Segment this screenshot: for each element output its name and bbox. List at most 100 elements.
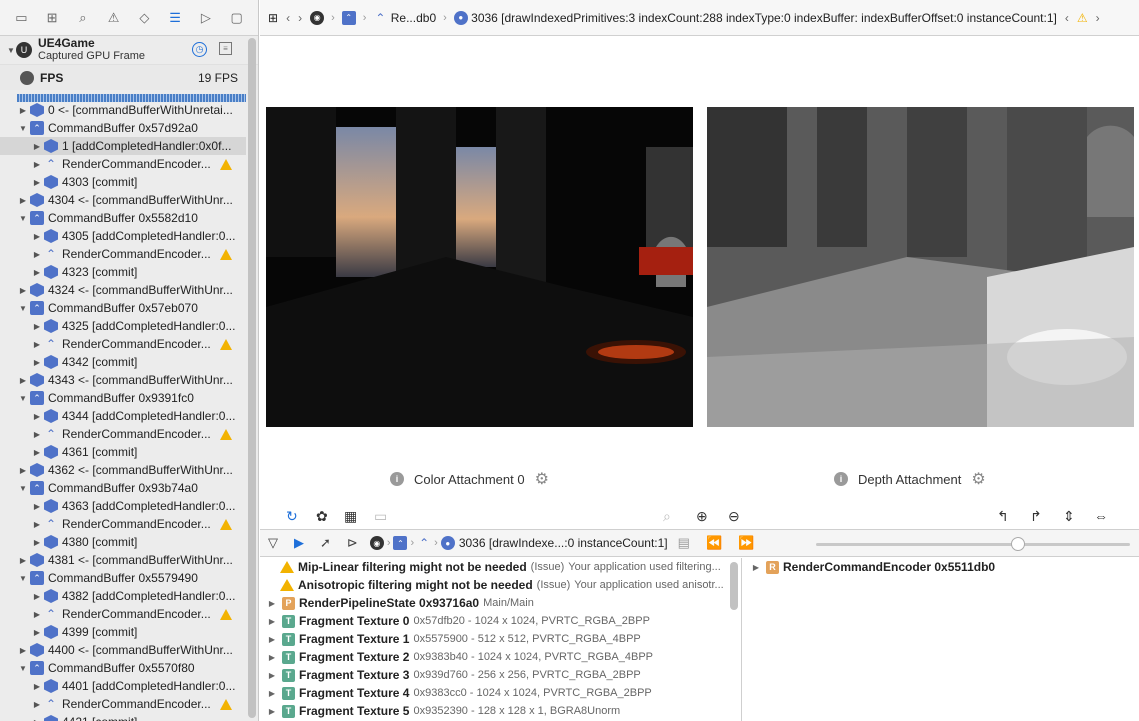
tree-row[interactable]: ▶ 4324 <- [commandBufferWithUnr... <box>0 281 246 299</box>
disclosure-triangle[interactable]: ▶ <box>32 718 42 721</box>
info-icon[interactable]: i <box>834 472 848 486</box>
disclosure-triangle[interactable]: ▶ <box>32 412 42 421</box>
resource-row[interactable]: ▶ T Fragment Texture 2 0x9383b40 - 1024 x 1… <box>260 648 730 666</box>
tree-row[interactable]: ▶ 4325 [addCompletedHandler:0... <box>0 317 246 335</box>
depth-attachment-image[interactable] <box>707 107 1134 427</box>
path-draw-call[interactable]: ● 3036 [drawIndexedPrimitives:3 indexCou… <box>453 10 1057 25</box>
disclosure-triangle[interactable]: ▶ <box>18 646 28 655</box>
disclosure-triangle[interactable]: ▼ <box>18 304 28 313</box>
disclosure-triangle[interactable]: ▼ <box>18 484 28 493</box>
tree-row[interactable]: ▶ ⌃ RenderCommandEncoder... <box>0 515 246 533</box>
disclosure-triangle[interactable]: ▶ <box>32 322 42 331</box>
tree-row[interactable]: ▶ 4401 [addCompletedHandler:0... <box>0 677 246 695</box>
disclosure-triangle[interactable]: ▶ <box>18 286 28 295</box>
project-header[interactable]: ▼ U UE4Game Captured GPU Frame ◷ ≡ <box>0 36 258 64</box>
disclosure-triangle[interactable]: ▶ <box>32 160 42 169</box>
tree-row[interactable]: ▼ ⌃ CommandBuffer 0x9391fc0 <box>0 389 246 407</box>
tree-row[interactable]: ▶ 4381 <- [commandBufferWithUnr... <box>0 551 246 569</box>
tree-row[interactable]: ▶ 4305 [addCompletedHandler:0... <box>0 227 246 245</box>
resource-row[interactable]: ▶ T Fragment Texture 1 0x5575900 - 512 x 51… <box>260 630 730 648</box>
tree-row[interactable]: ▼ ⌃ CommandBuffer 0x93b74a0 <box>0 479 246 497</box>
tree-row[interactable]: ▶ 4421 [commit] <box>0 713 246 721</box>
rotate-right-icon[interactable]: ↱ <box>1030 508 1042 525</box>
path-encoder[interactable]: ⌃ Re...db0 <box>373 11 436 25</box>
tree-row[interactable]: ▼ ⌃ CommandBuffer 0x5570f80 <box>0 659 246 677</box>
resource-row[interactable]: Anisotropic filtering might not be neede… <box>260 576 730 594</box>
tree-row[interactable]: ▶ 4343 <- [commandBufferWithUnr... <box>0 371 246 389</box>
breakpoint-icon[interactable]: ▶ <box>294 535 304 551</box>
tree-row[interactable]: ▶ 4399 [commit] <box>0 623 246 641</box>
warning-icon[interactable] <box>220 338 232 350</box>
disclosure-triangle[interactable]: ▶ <box>32 250 42 259</box>
disclosure-triangle[interactable]: ▶ <box>18 466 28 475</box>
diamond-icon[interactable]: ◇ <box>136 10 152 26</box>
rotate-left-icon[interactable]: ↰ <box>997 508 1009 525</box>
tree-row[interactable]: ▶ 0 <- [commandBufferWithUnretai... <box>0 101 246 119</box>
zoom-in-icon[interactable]: ⊕ <box>696 508 708 525</box>
hide-panel-icon[interactable]: ▽ <box>268 535 278 551</box>
issue-forward-button[interactable]: › <box>1096 11 1100 25</box>
disclosure-triangle[interactable]: ▶ <box>750 563 762 572</box>
issue-back-button[interactable]: ‹ <box>1065 11 1069 25</box>
flip-horizontal-icon[interactable]: ⇔ <box>1094 508 1108 524</box>
warning-icon[interactable]: ⚠ <box>106 10 122 26</box>
comment-icon[interactable]: ▢ <box>229 10 245 26</box>
disclosure-triangle[interactable]: ▶ <box>266 707 278 716</box>
tree-row[interactable]: ▶ 4380 [commit] <box>0 533 246 551</box>
tree-row[interactable]: ▼ ⌃ CommandBuffer 0x57eb070 <box>0 299 246 317</box>
disclosure-triangle[interactable]: ▶ <box>32 520 42 529</box>
disclosure-triangle[interactable]: ▼ <box>6 46 16 55</box>
disclosure-triangle[interactable]: ▼ <box>18 124 28 133</box>
disclosure-triangle[interactable]: ▶ <box>32 142 42 151</box>
draw-call-icon[interactable]: ● <box>440 536 455 550</box>
fps-row[interactable]: FPS 19 FPS <box>0 64 258 90</box>
disclosure-triangle[interactable]: ▶ <box>32 628 42 637</box>
gear-icon[interactable]: ⚙ <box>535 469 549 489</box>
trace-icon[interactable]: ◉ <box>369 536 384 550</box>
disclosure-triangle[interactable]: ▶ <box>32 448 42 457</box>
debug-draw-call-label[interactable]: 3036 [drawIndexe...:0 instanceCount:1] <box>459 536 668 550</box>
folder-icon[interactable]: ▭ <box>13 10 29 26</box>
tag-icon[interactable]: ▷ <box>198 10 214 26</box>
zoom-out-icon[interactable]: ⊖ <box>728 508 740 525</box>
tree-row[interactable]: ▼ ⌃ CommandBuffer 0x5582d10 <box>0 209 246 227</box>
disclosure-triangle[interactable]: ▶ <box>32 358 42 367</box>
location-icon[interactable]: ➚ <box>320 535 331 551</box>
disclosure-triangle[interactable]: ▶ <box>32 340 42 349</box>
command-buffer-icon[interactable]: ⌃ <box>341 10 356 25</box>
aperture-icon[interactable]: ✿ <box>316 508 328 525</box>
disclosure-triangle[interactable]: ▼ <box>18 574 28 583</box>
warning-icon[interactable] <box>220 698 232 710</box>
tree-row[interactable]: ▶ ⌃ RenderCommandEncoder... <box>0 335 246 353</box>
resources-scrollbar[interactable] <box>730 562 738 610</box>
command-buffer-icon[interactable]: ⌃ <box>393 536 408 550</box>
disclosure-triangle[interactable]: ▶ <box>18 106 28 115</box>
tree-row[interactable]: ▶ 4362 <- [commandBufferWithUnr... <box>0 461 246 479</box>
tree-row[interactable]: ▶ 4303 [commit] <box>0 173 246 191</box>
gauge-icon[interactable]: ◷ <box>192 42 207 57</box>
issue-warning-icon[interactable]: ⚠ <box>1077 11 1088 25</box>
refresh-icon[interactable]: ↻ <box>286 508 298 525</box>
search-icon[interactable]: ⌕ <box>75 10 91 26</box>
warning-icon[interactable] <box>220 158 232 170</box>
tree-row[interactable]: ▶ ⌃ RenderCommandEncoder... <box>0 425 246 443</box>
disclosure-triangle[interactable]: ▶ <box>32 682 42 691</box>
memory-icon[interactable]: ▤ <box>678 535 690 551</box>
draw-call-scrubber[interactable] <box>816 537 1130 551</box>
step-icon[interactable]: ⊳ <box>347 535 358 551</box>
disclosure-triangle[interactable]: ▼ <box>18 394 28 403</box>
color-attachment-image[interactable] <box>266 107 693 427</box>
navigator-scrollbar[interactable] <box>248 38 256 718</box>
resource-row[interactable]: ▶ T Fragment Texture 0 0x57dfb20 - 1024 x 1… <box>260 612 730 630</box>
disclosure-triangle[interactable]: ▶ <box>32 538 42 547</box>
tree-row[interactable]: ▶ 4323 [commit] <box>0 263 246 281</box>
disclosure-triangle[interactable]: ▶ <box>32 700 42 709</box>
disclosure-triangle[interactable]: ▼ <box>18 214 28 223</box>
zoom-fit-icon[interactable]: ⌕ <box>663 508 671 525</box>
hierarchy-icon[interactable]: ⊞ <box>44 10 60 26</box>
disclosure-triangle[interactable]: ▶ <box>18 376 28 385</box>
trace-icon[interactable]: ◉ <box>310 10 325 25</box>
disclosure-triangle[interactable]: ▼ <box>18 664 28 673</box>
tree-row[interactable]: ▶ ⌃ RenderCommandEncoder... <box>0 695 246 713</box>
screen-icon[interactable]: ▭ <box>374 508 387 525</box>
